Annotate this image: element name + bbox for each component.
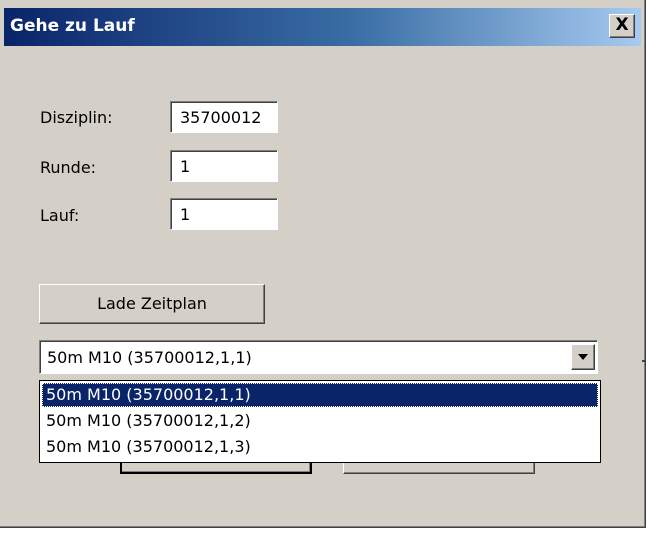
run-select-value: 50m M10 (35700012,1,1)	[47, 348, 252, 367]
close-button[interactable]: X	[609, 14, 635, 38]
dialog-title: Gehe zu Lauf	[10, 16, 135, 36]
lauf-field[interactable]: 1	[170, 198, 278, 230]
list-item[interactable]: 50m M10 (35700012,1,2)	[42, 409, 598, 433]
dialog-window: Gehe zu Lauf X Disziplin: 35700012 Runde…	[0, 0, 646, 528]
runde-field[interactable]: 1	[170, 150, 278, 182]
list-item[interactable]: 50m M10 (35700012,1,3)	[42, 435, 598, 459]
run-dropdown-list: 50m M10 (35700012,1,1) 50m M10 (35700012…	[39, 380, 601, 463]
load-schedule-button[interactable]: Lade Zeitplan	[39, 284, 265, 324]
runde-label: Runde:	[40, 158, 97, 177]
chevron-down-icon	[578, 354, 588, 360]
dropdown-button[interactable]	[571, 344, 595, 370]
disziplin-field[interactable]: 35700012	[170, 101, 278, 133]
close-icon: X	[615, 15, 629, 35]
run-select[interactable]: 50m M10 (35700012,1,1)	[39, 340, 598, 374]
edge-divider	[642, 360, 645, 362]
title-bar[interactable]: Gehe zu Lauf X	[4, 8, 641, 46]
load-schedule-label: Lade Zeitplan	[97, 294, 207, 313]
lauf-label: Lauf:	[40, 206, 80, 225]
disziplin-label: Disziplin:	[40, 108, 113, 127]
list-item[interactable]: 50m M10 (35700012,1,1)	[42, 383, 598, 407]
